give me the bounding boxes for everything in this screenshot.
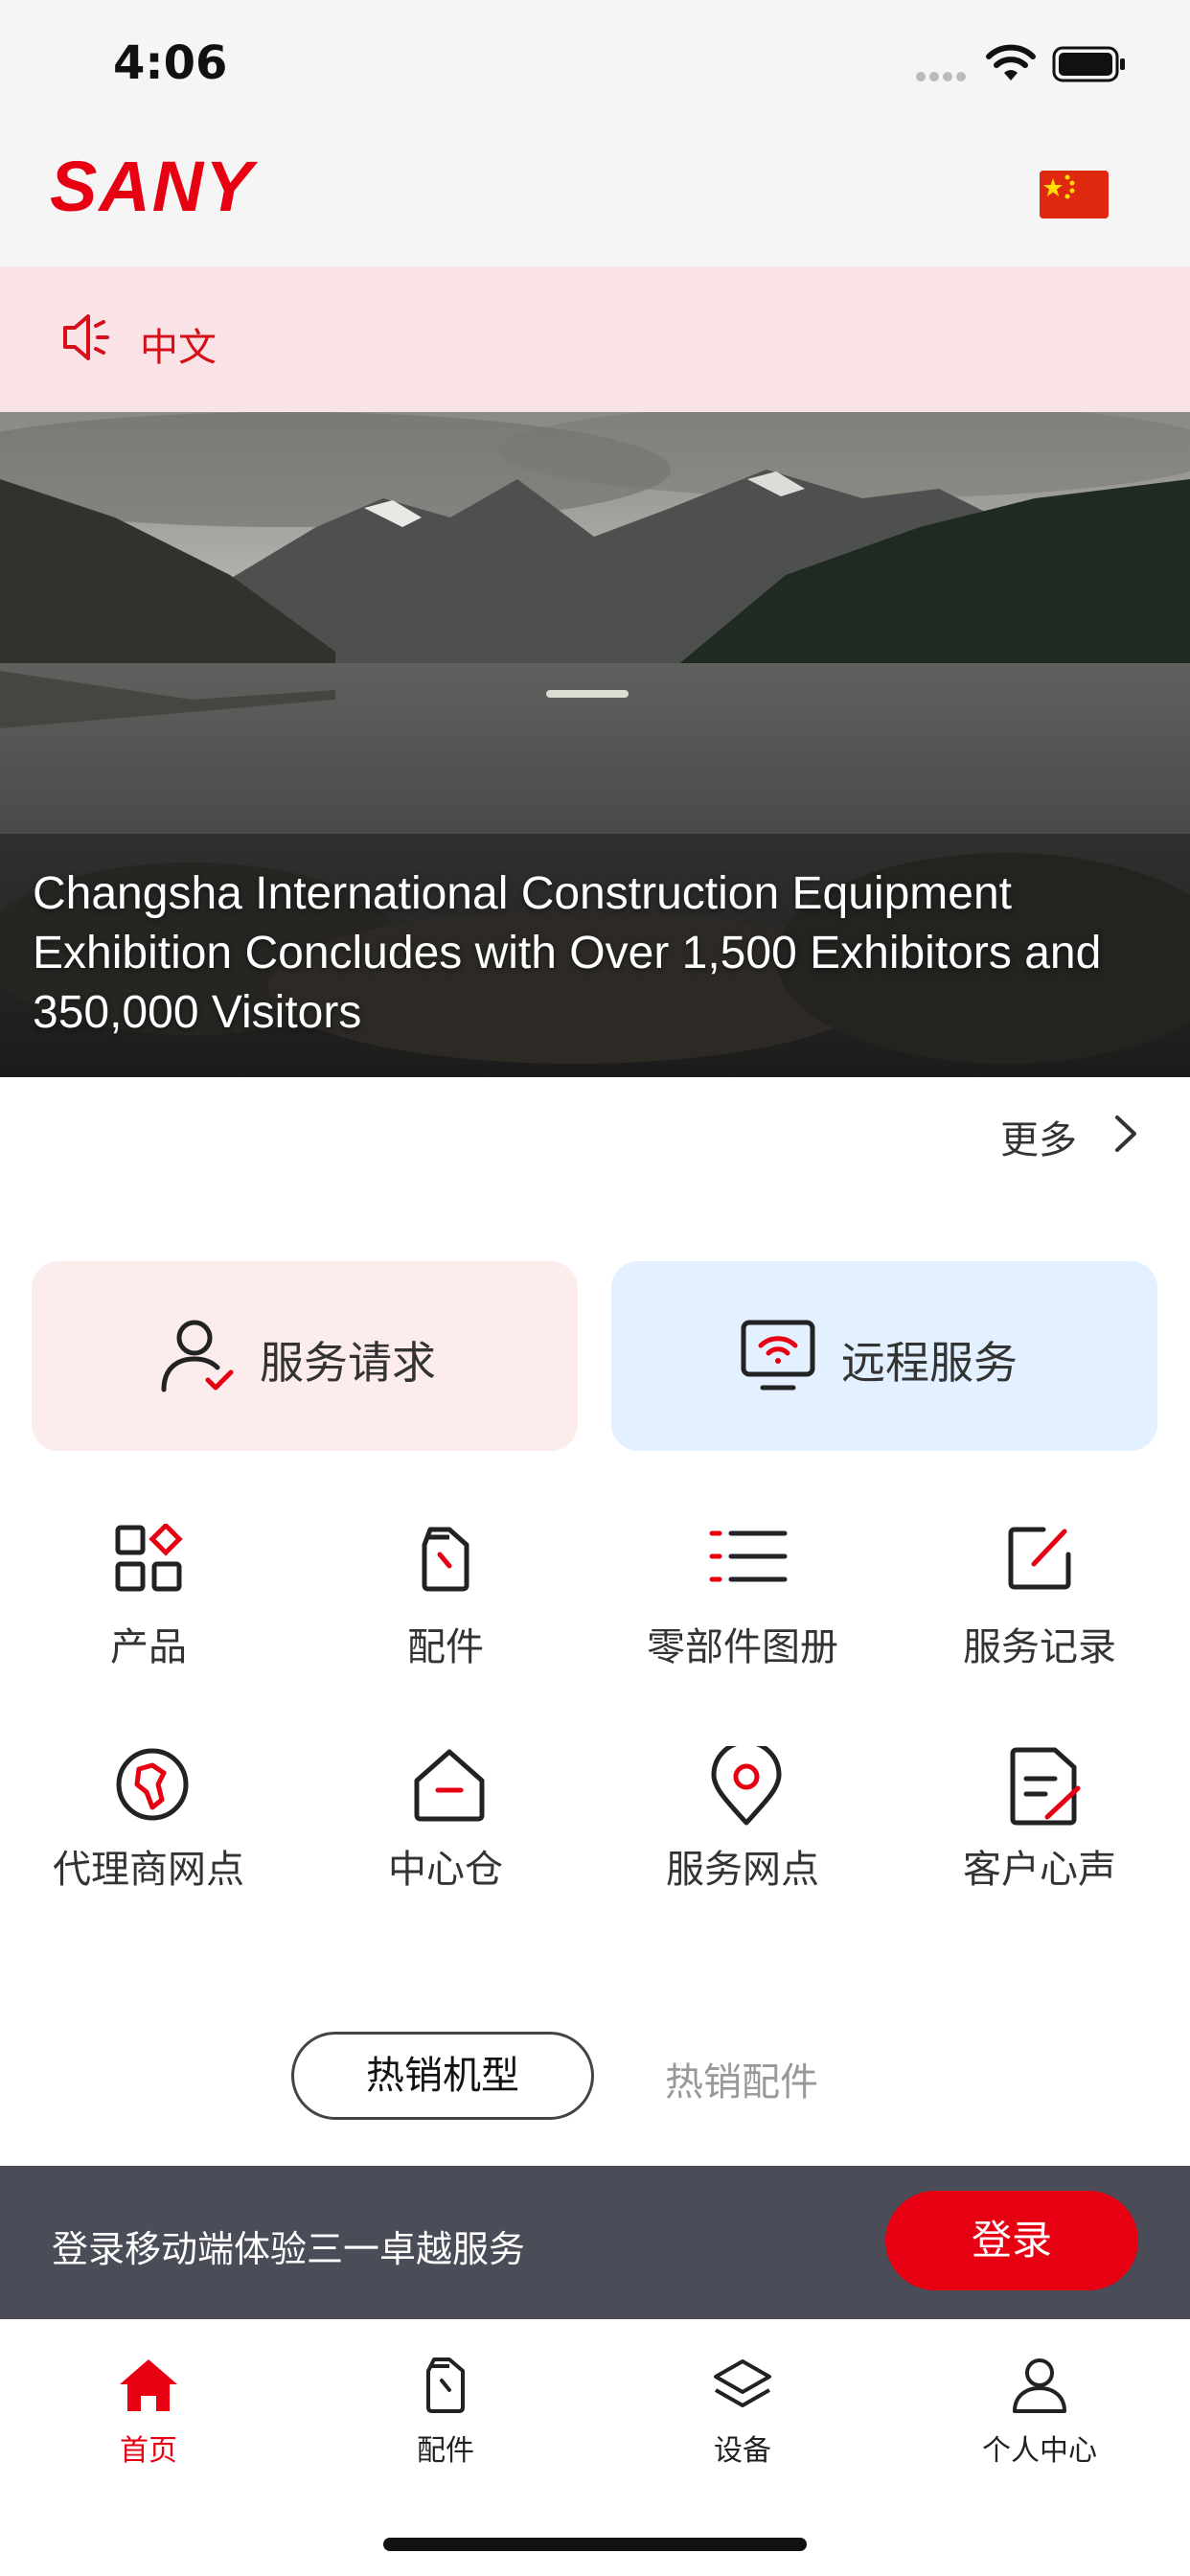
remote-service-label: 远程服务 — [841, 1337, 1018, 1389]
feedback-doc-icon — [1005, 1746, 1081, 1826]
grid-item-dealer-outlets[interactable]: 代理商网点 — [0, 1746, 297, 1957]
login-banner-text: 登录移动端体验三一卓越服务 — [52, 2228, 526, 2270]
grid-item-central-warehouse[interactable]: 中心仓 — [297, 1746, 594, 1957]
grid-label: 零部件图册 — [647, 1625, 838, 1669]
status-time: 4:06 — [113, 36, 228, 90]
wifi-icon — [985, 44, 1037, 86]
user-check-icon — [158, 1315, 240, 1401]
grid-item-customer-feedback[interactable]: 客户心声 — [891, 1746, 1188, 1957]
edit-square-icon — [1005, 1524, 1074, 1593]
grid-label: 服务记录 — [963, 1625, 1116, 1669]
tab-equipment[interactable]: 设备 — [647, 2358, 838, 2469]
tab-home[interactable]: 首页 — [53, 2358, 244, 2469]
remote-monitor-icon — [740, 1319, 816, 1397]
chevron-right-icon[interactable] — [1111, 1112, 1140, 1160]
user-icon — [1013, 2358, 1066, 2413]
remote-service-card[interactable]: 远程服务 — [611, 1261, 1157, 1451]
grid-item-parts-catalog[interactable]: 零部件图册 — [594, 1524, 891, 1735]
grid-label: 配件 — [407, 1625, 484, 1669]
grid-apps-icon — [114, 1522, 183, 1593]
grid-label: 中心仓 — [388, 1848, 503, 1892]
battery-icon — [1052, 46, 1129, 86]
grid-label: 客户心声 — [963, 1848, 1116, 1892]
home-icon — [120, 2359, 177, 2411]
list-icon — [708, 1524, 788, 1593]
more-news-link[interactable]: 更多 — [1000, 1109, 1077, 1164]
location-pin-icon — [708, 1739, 782, 1826]
grid-label: 服务网点 — [666, 1848, 819, 1892]
oil-can-icon — [426, 2358, 465, 2413]
grid-item-products[interactable]: 产品 — [0, 1522, 297, 1735]
signal-icon — [915, 69, 969, 87]
home-indicator — [383, 2538, 807, 2551]
grid-item-service-outlets[interactable]: 服务网点 — [594, 1739, 891, 1957]
tab-label: 首页 — [120, 2434, 177, 2468]
speaker-icon — [59, 310, 111, 368]
tab-label: 个人中心 — [982, 2434, 1097, 2468]
warehouse-icon — [411, 1746, 485, 1822]
login-button[interactable]: 登录 — [885, 2191, 1138, 2290]
globe-icon — [114, 1746, 189, 1821]
sany-logo: SANY — [50, 147, 255, 226]
grid-label: 代理商网点 — [53, 1848, 244, 1892]
tab-label: 设备 — [714, 2434, 771, 2468]
language-label: 中文 — [140, 326, 217, 370]
grid-item-parts[interactable]: 配件 — [297, 1524, 594, 1735]
grid-item-service-records[interactable]: 服务记录 — [891, 1524, 1188, 1735]
tab-profile[interactable]: 个人中心 — [944, 2358, 1135, 2469]
news-headline[interactable]: Changsha International Construction Equi… — [33, 864, 1154, 1043]
tab-hot-parts[interactable]: 热销配件 — [665, 2051, 818, 2106]
tab-parts[interactable]: 配件 — [350, 2358, 541, 2469]
oil-can-icon — [411, 1524, 480, 1593]
tab-hot-models[interactable]: 热销机型 — [291, 2032, 594, 2120]
service-request-label: 服务请求 — [260, 1337, 436, 1389]
grid-label: 产品 — [110, 1625, 187, 1669]
layers-icon — [714, 2359, 771, 2407]
service-request-card[interactable]: 服务请求 — [32, 1261, 578, 1451]
tab-label: 配件 — [417, 2434, 474, 2468]
china-flag-icon[interactable] — [1040, 171, 1109, 218]
